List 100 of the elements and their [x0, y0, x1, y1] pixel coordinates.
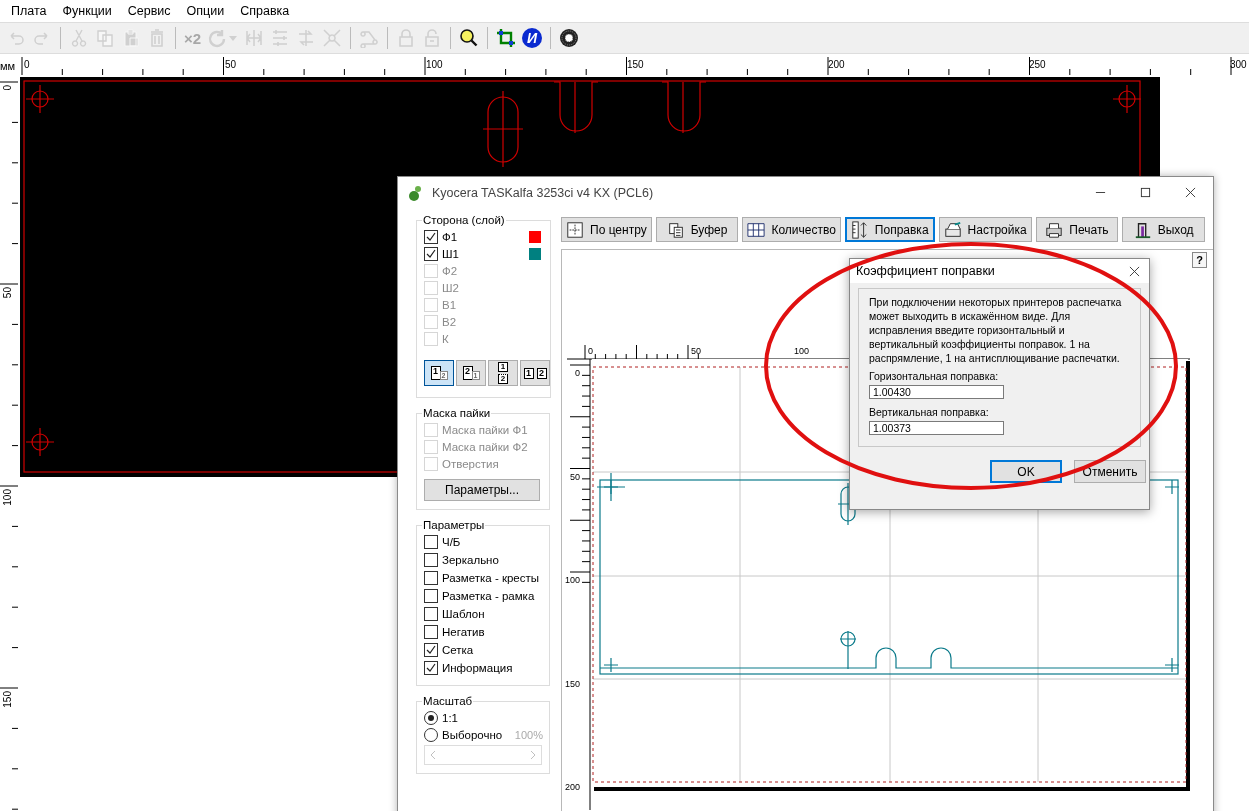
- ruler-label: 50: [691, 346, 701, 356]
- setup-icon: [943, 220, 962, 239]
- count-icon: [747, 220, 766, 239]
- checkbox-label: Зеркально: [442, 554, 499, 566]
- ruler-label: 100: [564, 575, 580, 585]
- radio-button[interactable]: [424, 710, 438, 725]
- description-text: При подключении некоторых принтеров распечатка может выходить в искажённом виде. Для исправления введите горизонтальный и вертикальный коэффициенты поправок. 1 на распрямление, 1 на антисплющивание распечатки.: [869, 295, 1123, 365]
- ruler-label: 200: [564, 782, 580, 792]
- ruler-label: 150: [564, 678, 580, 689]
- checkbox[interactable]: [424, 535, 438, 549]
- slot-outline: [661, 81, 707, 134]
- parameters-button[interactable]: Параметры...: [424, 479, 540, 501]
- ruler-label: 150: [2, 691, 13, 708]
- radio-button[interactable]: [424, 727, 438, 742]
- checkbox[interactable]: [424, 625, 438, 639]
- close-icon[interactable]: [1185, 187, 1196, 198]
- checkbox-label: Негатив: [442, 626, 485, 638]
- center-icon: [566, 220, 584, 239]
- toolbar-button[interactable]: Поправка: [844, 217, 935, 242]
- crosshair-mark: [25, 84, 55, 114]
- toolbar-button[interactable]: Буфер: [655, 217, 739, 242]
- app-icon: [408, 184, 424, 201]
- toolbar-button[interactable]: Настройка: [938, 217, 1032, 242]
- checkbox[interactable]: [424, 571, 438, 585]
- toolbar-button[interactable]: Печать: [1035, 217, 1119, 242]
- layer-label: Ш2: [442, 281, 459, 294]
- layer-label: К: [442, 332, 449, 345]
- checkbox[interactable]: [424, 643, 438, 657]
- exit-icon: [1133, 220, 1152, 239]
- checkbox[interactable]: [424, 661, 438, 675]
- checkbox-label: Информация: [442, 662, 513, 674]
- checkbox[interactable]: [424, 607, 438, 621]
- menu-item[interactable]: Справка: [232, 4, 298, 18]
- menu-item[interactable]: Сервис: [119, 4, 179, 18]
- layout-button[interactable]: 1 2: [488, 360, 518, 386]
- checkbox[interactable]: [424, 553, 438, 567]
- ruler-label: 100: [2, 489, 13, 506]
- window-title: Kyocera TASKalfa 3253ci v4 KX (PCL6): [432, 185, 655, 200]
- radio-label: Выборочно: [442, 728, 503, 741]
- toolbar-button[interactable]: По центру: [561, 217, 652, 242]
- menu-item[interactable]: Плата: [3, 4, 55, 18]
- layer-label: В2: [442, 315, 457, 328]
- unit-label: мм: [0, 59, 17, 74]
- crosshair-mark: [25, 427, 55, 457]
- ruler-label: 0: [2, 85, 13, 91]
- ruler-label: 250: [1029, 59, 1046, 70]
- layer-label: Ш1: [442, 247, 459, 260]
- cancel-button[interactable]: Отменить: [1074, 460, 1146, 483]
- ruler-label: 50: [570, 471, 580, 482]
- ruler-label: 150: [627, 59, 644, 70]
- toolbar-button[interactable]: Количество: [742, 217, 841, 242]
- checkbox[interactable]: [424, 246, 438, 261]
- clipboard-icon: [666, 220, 685, 239]
- ruler-label: 0: [24, 59, 30, 70]
- checkbox-label: Ч/Б: [442, 536, 461, 548]
- radio-label: 1:1: [442, 711, 458, 724]
- checkbox-label: Сетка: [442, 644, 474, 656]
- close-icon[interactable]: [1129, 265, 1140, 277]
- crop-icon[interactable]: [496, 28, 517, 48]
- layer-label: Ф2: [442, 264, 458, 277]
- group-title: Маска пайки: [422, 407, 492, 419]
- checkbox[interactable]: [424, 229, 438, 244]
- ruler-label: 100: [426, 59, 443, 70]
- percent-label: 100%: [514, 728, 543, 741]
- dialog-title: Коэффициент поправки: [856, 264, 996, 278]
- menu-item[interactable]: Функции: [54, 4, 120, 18]
- ruler-label: 100: [794, 346, 810, 356]
- help-button[interactable]: ?: [1192, 252, 1207, 268]
- ruler-label: 50: [2, 287, 13, 299]
- magnifier-icon[interactable]: [459, 28, 480, 48]
- slot-outline: [553, 81, 599, 134]
- checkbox-label: Шаблон: [442, 608, 485, 620]
- ruler-label: 0: [575, 368, 580, 378]
- checkbox-label: Отверстия: [442, 457, 499, 470]
- layer-label: Ф1: [442, 230, 458, 243]
- ruler-label: 50: [225, 59, 237, 70]
- group-title: Параметры: [422, 519, 486, 531]
- ruler-label: 200: [828, 59, 845, 70]
- field-label: Горизонтальная поправка:: [869, 369, 999, 383]
- layout-button[interactable]: 1 2: [520, 360, 550, 386]
- ruler-label: 0: [588, 346, 593, 356]
- checkbox-label: Разметка - кресты: [442, 572, 540, 584]
- checkbox-label: Разметка - рамка: [442, 590, 535, 602]
- group-title: Масштаб: [422, 695, 474, 707]
- maximize-icon[interactable]: [1140, 187, 1151, 198]
- group-title: Сторона (слой): [422, 214, 506, 226]
- field-label: Вертикальная поправка:: [869, 405, 989, 419]
- correction-icon: [850, 220, 869, 239]
- pattern-icon[interactable]: [559, 28, 580, 48]
- checkbox-label: Маска пайки Ф1: [442, 423, 528, 436]
- horizontal-correction-field[interactable]: 1.00430: [869, 385, 1004, 399]
- toolbar-button[interactable]: Выход: [1122, 217, 1205, 242]
- info-button[interactable]: И: [522, 28, 543, 48]
- checkbox[interactable]: [424, 589, 438, 603]
- layer-label: В1: [442, 298, 457, 311]
- crosshair-mark: [1112, 84, 1142, 114]
- ruler-label: 300: [1230, 59, 1247, 70]
- vertical-correction-field[interactable]: 1.00373: [869, 421, 1004, 435]
- menu-item[interactable]: Опции: [178, 4, 233, 18]
- ok-button[interactable]: OK: [990, 460, 1062, 483]
